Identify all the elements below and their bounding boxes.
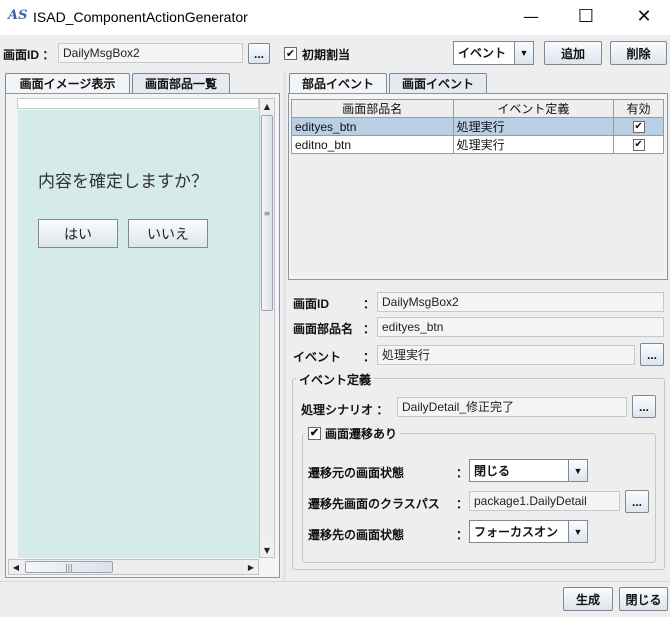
to-state-value: フォーカスオン	[474, 525, 559, 539]
detail-screen-id-field[interactable]: DailyMsgBox2	[377, 292, 664, 312]
to-state-combo[interactable]: フォーカスオン ▼	[469, 520, 588, 543]
from-state-combo[interactable]: 閉じる ▼	[469, 459, 588, 482]
preview-yes-button[interactable]: はい	[38, 219, 118, 248]
events-table: 画面部品名 イベント定義 有効 edityes_btn 処理実行 ✔ editn…	[291, 99, 664, 154]
delete-button[interactable]: 削除	[610, 41, 667, 65]
tab-screen-events[interactable]: 画面イベント	[389, 73, 487, 93]
check-icon: ✔	[309, 427, 320, 439]
screen-transition-label: 画面遷移あり	[325, 427, 398, 441]
minimize-button[interactable]: —	[508, 0, 554, 33]
table-row[interactable]: edityes_btn 処理実行 ✔	[291, 117, 664, 136]
event-definition-title: イベント定義	[296, 371, 375, 388]
screen-transition-header: ✔ 画面遷移あり	[305, 425, 401, 442]
close-button[interactable]: 閉じる	[619, 587, 668, 611]
detail-component-field[interactable]: edityes_btn	[377, 317, 664, 337]
detail-colon: ：	[363, 297, 376, 311]
tab-screen-image[interactable]: 画面イメージ表示	[5, 73, 130, 93]
table-row[interactable]: editno_btn 処理実行 ✔	[291, 135, 664, 154]
detail-colon: ：	[363, 350, 376, 364]
from-state-value: 閉じる	[474, 464, 511, 478]
preview-canvas: 内容を確定しますか？ はい いいえ	[18, 110, 259, 558]
scenario-browse-button[interactable]: ...	[632, 395, 656, 418]
window-title: ISAD_ComponentActionGenerator	[33, 9, 248, 25]
screen-transition-checkbox[interactable]: ✔	[308, 427, 321, 440]
class-path-browse-button[interactable]: ...	[625, 490, 649, 513]
maximize-button[interactable]: ☐	[563, 0, 609, 33]
scroll-down-icon[interactable]: ▼	[260, 543, 274, 557]
column-header-enabled[interactable]: 有効	[613, 99, 664, 118]
chevron-down-icon[interactable]: ▼	[568, 460, 587, 481]
preview-message: 内容を確定しますか？	[38, 172, 208, 191]
cell-event-definition[interactable]: 処理実行	[452, 135, 615, 154]
chevron-down-icon[interactable]: ▼	[568, 521, 587, 542]
screen-id-label: 画面ID ：	[3, 48, 55, 62]
detail-component-label: 画面部品名	[293, 322, 354, 336]
add-button[interactable]: 追加	[544, 41, 602, 65]
cell-component-name[interactable]: editno_btn	[291, 135, 454, 154]
scroll-up-icon[interactable]: ▲	[260, 99, 274, 113]
preview-vertical-scrollbar[interactable]: ▲ ≡ ▼	[259, 98, 275, 558]
column-header-component[interactable]: 画面部品名	[291, 99, 454, 118]
from-state-label: 遷移元の画面状態	[308, 466, 405, 480]
scenario-label: 処理シナリオ ：	[301, 403, 389, 417]
detail-colon: ：	[363, 322, 376, 336]
cell-event-definition[interactable]: 処理実行	[452, 117, 615, 136]
class-path-label: 遷移先画面のクラスパス	[308, 497, 440, 511]
detail-event-field[interactable]: 処理実行	[377, 345, 635, 365]
horizontal-scroll-thumb[interactable]: |||	[25, 561, 113, 573]
tab-component-list[interactable]: 画面部品一覧	[132, 73, 230, 93]
detail-colon: ：	[456, 528, 469, 542]
split-divider[interactable]	[283, 72, 286, 580]
chevron-down-icon[interactable]: ▼	[514, 42, 533, 64]
class-path-field[interactable]: package1.DailyDetail	[469, 491, 620, 511]
events-table-area: 画面部品名 イベント定義 有効 edityes_btn 処理実行 ✔ editn…	[291, 99, 664, 276]
initial-assign-checkbox[interactable]: ✔	[284, 47, 297, 60]
detail-colon: ：	[456, 466, 469, 480]
event-browse-button[interactable]: ...	[640, 343, 664, 366]
event-type-combo[interactable]: イベント ▼	[453, 41, 534, 65]
to-state-label: 遷移先の画面状態	[308, 528, 405, 542]
vertical-scroll-thumb[interactable]: ≡	[261, 115, 273, 311]
app-icon: AS	[8, 8, 28, 23]
event-type-value: イベント	[458, 46, 507, 60]
column-header-event[interactable]: イベント定義	[452, 99, 615, 118]
cell-component-name[interactable]: edityes_btn	[291, 117, 454, 136]
generate-button[interactable]: 生成	[563, 587, 613, 611]
enabled-checkbox[interactable]: ✔	[632, 121, 645, 134]
check-icon: ✔	[285, 47, 296, 60]
scenario-field[interactable]: DailyDetail_修正完了	[397, 397, 627, 417]
screen-id-browse-button[interactable]: ...	[248, 43, 270, 64]
detail-screen-id-label: 画面ID	[293, 297, 330, 311]
screen-id-field[interactable]: DailyMsgBox2	[58, 43, 243, 63]
scroll-right-icon[interactable]: ▶	[244, 560, 258, 574]
footer-divider	[0, 581, 670, 582]
preview-header-strip	[17, 98, 259, 109]
cell-enabled[interactable]: ✔	[613, 135, 664, 154]
detail-colon: ：	[456, 497, 469, 511]
detail-event-label: イベント	[293, 350, 342, 364]
preview-horizontal-scrollbar[interactable]: ◀ ||| ▶	[8, 559, 259, 575]
title-bar: AS ISAD_ComponentActionGenerator — ☐ ✕	[0, 0, 670, 35]
cell-enabled[interactable]: ✔	[613, 117, 664, 136]
preview-no-button[interactable]: いいえ	[128, 219, 208, 248]
initial-assign-label: 初期割当	[302, 48, 351, 62]
close-window-button[interactable]: ✕	[621, 0, 667, 33]
enabled-checkbox[interactable]: ✔	[632, 139, 645, 152]
scroll-left-icon[interactable]: ◀	[9, 560, 23, 574]
tab-component-events[interactable]: 部品イベント	[289, 73, 387, 93]
